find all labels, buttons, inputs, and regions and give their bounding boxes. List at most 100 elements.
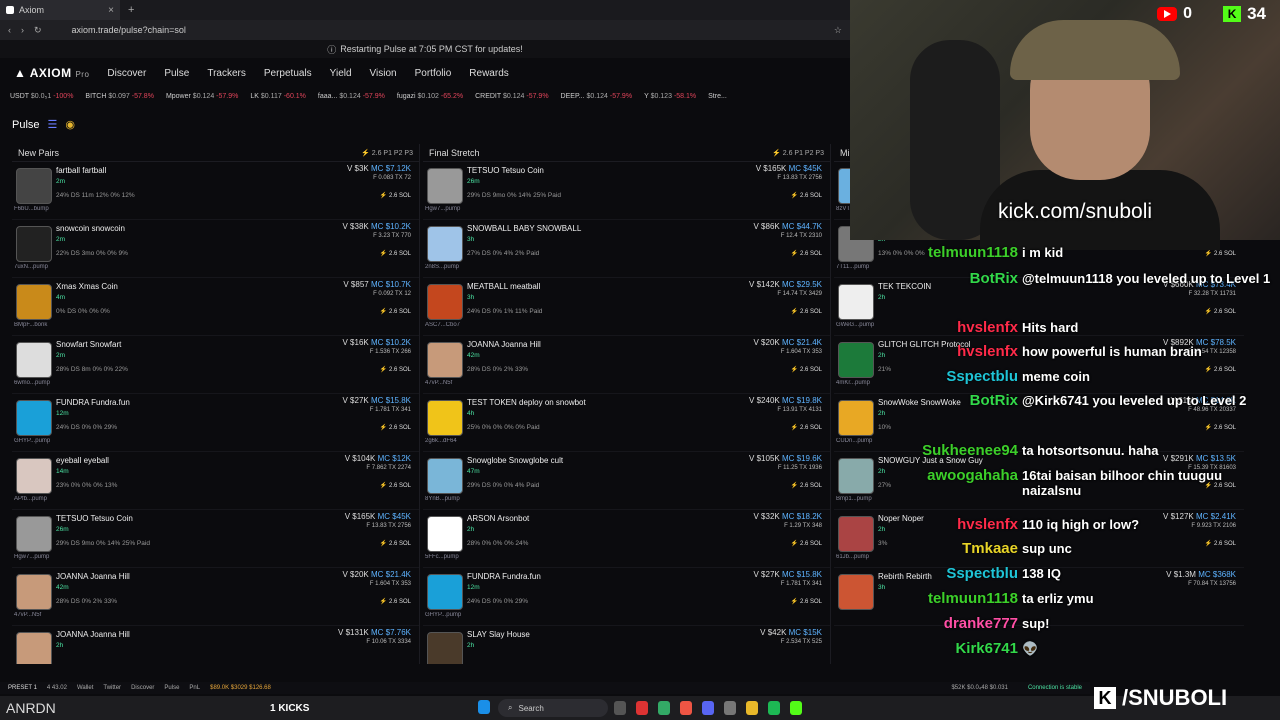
settings-icon[interactable]	[724, 701, 736, 715]
token-card[interactable]: 47vP...N5f JOANNA Joanna Hill 42m 28% DS 0%…	[12, 568, 419, 626]
ticker-item[interactable]: USDT $0.0₅1 -100%	[10, 93, 73, 100]
nav-item-pulse[interactable]: Pulse	[164, 68, 189, 79]
quick-buy-button[interactable]: ⚡ 2.6 SOL	[791, 192, 822, 199]
quick-buy-button[interactable]: ⚡ 2.6 SOL	[380, 424, 411, 431]
quick-buy-button[interactable]: ⚡ 2.6 SOL	[791, 424, 822, 431]
token-card[interactable]: 7uxN...pump snowcoin snowcoin 2m 22% DS 3mo…	[12, 220, 419, 278]
ticker-item[interactable]: Y $0.123 -58.1%	[644, 93, 696, 100]
token-address[interactable]: 7uxN...pump	[14, 264, 56, 270]
token-name[interactable]: TETSUO Tetsuo Coin	[56, 514, 133, 523]
token-name[interactable]: SNOWBALL BABY SNOWBALL	[467, 224, 581, 233]
quick-buy-button[interactable]: ⚡ 2.6 SOL	[380, 250, 411, 257]
token-card[interactable]: F6bU...bump fartball fartball 2m 24% DS 11m…	[12, 162, 419, 220]
token-card[interactable]: 2n8S...pump SNOWBALL BABY SNOWBALL 3h 27% D…	[423, 220, 830, 278]
quick-buy-button[interactable]: ⚡ 2.6 SOL	[791, 366, 822, 373]
pulse-button[interactable]: Pulse	[164, 685, 179, 691]
coin-icon[interactable]: ◉	[65, 118, 75, 131]
token-card[interactable]: GHYP...pump FUNDRA Fundra.fun 12m 24% DS 0%…	[423, 568, 830, 626]
quick-buy-button[interactable]: ⚡ 2.6 SOL	[380, 540, 411, 547]
token-address[interactable]: 47vP...N5f	[14, 612, 56, 618]
token-address[interactable]: 61Jb...pump	[836, 554, 878, 560]
token-card[interactable]: Hgw7...pump TETSUO Tetsuo Coin 26m 29% DS 9…	[423, 162, 830, 220]
column-controls[interactable]: ⚡ 2.6 P1 P2 P3	[361, 149, 413, 157]
token-address[interactable]: 4mKr...pump	[836, 380, 878, 386]
quick-buy-button[interactable]: ⚡ 2.6 SOL	[791, 308, 822, 315]
token-address[interactable]: Hgw7...pump	[425, 206, 467, 212]
token-address[interactable]: GHYP...pump	[14, 438, 56, 444]
quick-buy-button[interactable]: ⚡ 2.6 SOL	[380, 192, 411, 199]
quick-buy-button[interactable]: ⚡ 2.6 SOL	[791, 540, 822, 547]
token-card[interactable]: BMpF...bonk Xmas Xmas Coin 4m 0% DS 0% 0% 0…	[12, 278, 419, 336]
token-name[interactable]: TEST TOKEN deploy on snowbot	[467, 398, 586, 407]
spotify-icon[interactable]	[768, 701, 780, 715]
ticker-item[interactable]: Stre...	[708, 93, 727, 100]
kick-app-icon[interactable]	[790, 701, 802, 715]
quick-buy-button[interactable]: ⚡ 2.6 SOL	[1205, 424, 1236, 431]
ticker-item[interactable]: LK $0.117 -60.1%	[250, 93, 306, 100]
new-tab-button[interactable]: +	[128, 4, 134, 16]
token-name[interactable]: Snowfart Snowfart	[56, 340, 121, 349]
token-address[interactable]: F6bU...bump	[14, 206, 56, 212]
ticker-item[interactable]: faaa... $0.124 -57.9%	[318, 93, 385, 100]
wallet-button[interactable]: Wallet	[77, 685, 93, 691]
token-address[interactable]: 5FFc...pump	[425, 554, 467, 560]
nav-item-portfolio[interactable]: Portfolio	[415, 68, 452, 79]
token-card[interactable]: ASC7...Cbo7 MEATBALL meatball 3h 24% DS 0% …	[423, 278, 830, 336]
tab-close-icon[interactable]: ×	[108, 5, 114, 16]
token-address[interactable]: 8YnB...pump	[425, 496, 467, 502]
back-icon[interactable]: ‹	[8, 25, 11, 35]
opera-icon[interactable]	[636, 701, 648, 715]
twitter-button[interactable]: Twitter	[103, 685, 121, 691]
token-name[interactable]: Snowglobe Snowglobe cult	[467, 456, 563, 465]
token-card[interactable]: 47vP...N5fJOANNA Joanna Hill2hV $131K MC…	[12, 626, 419, 664]
column-controls[interactable]: ⚡ 2.6 P1 P2 P3	[772, 149, 824, 157]
url-input[interactable]: axiom.trade/pulse?chain=sol	[72, 25, 372, 35]
token-name[interactable]: MEATBALL meatball	[467, 282, 540, 291]
nav-item-perpetuals[interactable]: Perpetuals	[264, 68, 312, 79]
preset-button[interactable]: PRESET 1	[8, 685, 37, 691]
browser-tab[interactable]: Axiom ×	[0, 0, 120, 20]
nav-item-trackers[interactable]: Trackers	[207, 68, 246, 79]
token-address[interactable]: GHYP...pump	[425, 612, 467, 618]
token-address[interactable]: APfb...pump	[14, 496, 56, 502]
nav-item-yield[interactable]: Yield	[330, 68, 352, 79]
token-address[interactable]: 7T11...pump	[836, 264, 878, 270]
axiom-logo[interactable]: ▲ AXIOM Pro	[14, 66, 89, 80]
forward-icon[interactable]: ›	[21, 25, 24, 35]
nav-item-discover[interactable]: Discover	[107, 68, 146, 79]
token-card[interactable]: 2g6k...dF64 TEST TOKEN deploy on snowbot 4…	[423, 394, 830, 452]
token-name[interactable]: fartball fartball	[56, 166, 106, 175]
ticker-item[interactable]: DEEP... $0.124 -57.9%	[561, 93, 633, 100]
quick-buy-button[interactable]: ⚡ 2.6 SOL	[1205, 308, 1236, 315]
token-address[interactable]: ASC7...Cbo7	[425, 322, 467, 328]
brave-icon[interactable]	[680, 701, 692, 715]
token-name[interactable]: eyeball eyeball	[56, 456, 109, 465]
token-name[interactable]: JOANNA Joanna Hill	[56, 630, 130, 639]
token-address[interactable]: 47vP...N5f	[425, 380, 467, 386]
nav-item-rewards[interactable]: Rewards	[469, 68, 508, 79]
token-address[interactable]: GWeG...pump	[836, 322, 878, 328]
task-view-icon[interactable]	[614, 701, 626, 715]
token-card[interactable]: GHYP...pump FUNDRA Fundra.fun 12m 24% DS 0%…	[12, 394, 419, 452]
token-card[interactable]: 47vP...N5f JOANNA Joanna Hill 42m 28% DS 0%…	[423, 336, 830, 394]
token-name[interactable]: FUNDRA Fundra.fun	[467, 572, 541, 581]
ticker-item[interactable]: fugazi $0.102 -65.2%	[397, 93, 463, 100]
wallet-count[interactable]: 4 43.02	[47, 685, 67, 691]
reload-icon[interactable]: ↻	[34, 25, 42, 36]
token-address[interactable]: BMpF...bonk	[14, 322, 56, 328]
quick-buy-button[interactable]: ⚡ 2.6 SOL	[791, 482, 822, 489]
token-card[interactable]: APfb...pump eyeball eyeball 14m 23% 0% 0% 0…	[12, 452, 419, 510]
quick-buy-button[interactable]: ⚡ 2.6 SOL	[380, 366, 411, 373]
folder-icon[interactable]	[746, 701, 758, 715]
token-address[interactable]: Bmp1...pump	[836, 496, 878, 502]
quick-buy-button[interactable]: ⚡ 2.6 SOL	[380, 598, 411, 605]
token-name[interactable]: Xmas Xmas Coin	[56, 282, 118, 291]
token-name[interactable]: TETSUO Tetsuo Coin	[467, 166, 544, 175]
nav-item-vision[interactable]: Vision	[370, 68, 397, 79]
discord-icon[interactable]	[702, 701, 714, 715]
token-address[interactable]: 2g6k...dF64	[425, 438, 467, 444]
token-address[interactable]: Hgw7...pump	[14, 554, 56, 560]
bookmark-icon[interactable]: ☆	[834, 25, 842, 36]
quick-buy-button[interactable]: ⚡ 2.6 SOL	[380, 482, 411, 489]
token-card[interactable]: 6wmo...pump Snowfart Snowfart 2m 28% DS 8m …	[12, 336, 419, 394]
